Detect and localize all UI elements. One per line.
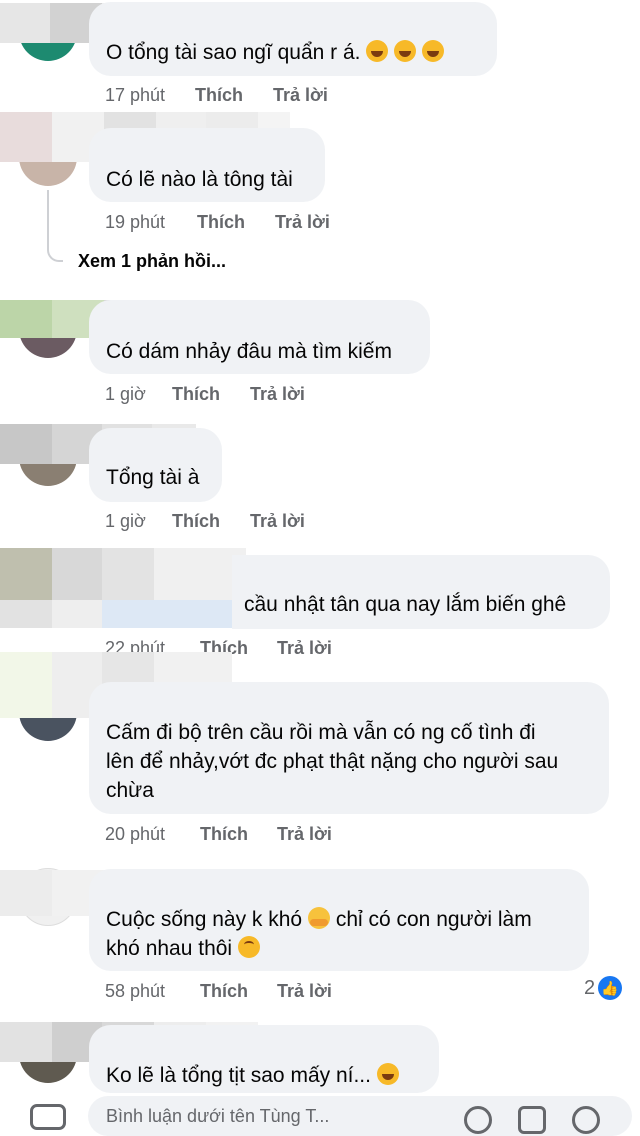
camera-icon[interactable] xyxy=(30,1104,66,1130)
like-button[interactable]: Thích xyxy=(200,979,248,1003)
comment-actions: 1 giờ Thích Trả lời xyxy=(105,382,405,406)
reaction-summary[interactable]: 2 👍 xyxy=(584,976,623,1000)
laugh-emoji-icon xyxy=(422,40,445,62)
like-button[interactable]: Thích xyxy=(195,83,243,107)
reply-button[interactable]: Trả lời xyxy=(275,210,330,234)
comment-bubble: Cấm đi bộ trên cầu rồi mà vẫn có ng cố t… xyxy=(89,682,609,814)
laugh-emoji-icon xyxy=(376,1063,399,1085)
comment-time[interactable]: 19 phút xyxy=(105,210,165,234)
hugging-face-emoji-icon xyxy=(307,907,330,929)
reply-button[interactable]: Trả lời xyxy=(277,636,332,660)
comment-text-line: chừa xyxy=(106,779,154,802)
comment-input-placeholder: Bình luận dưới tên Tùng T... xyxy=(106,1106,330,1126)
comment-bubble: Có dám nhảy đâu mà tìm kiếm xyxy=(89,300,430,374)
comment-actions: 1 giờ Thích Trả lời xyxy=(105,509,405,533)
comment-text: O tổng tài sao ngĩ quẩn r á. xyxy=(106,41,361,64)
reply-button[interactable]: Trả lời xyxy=(250,382,305,406)
like-button[interactable]: Thích xyxy=(200,822,248,846)
gif-icon[interactable] xyxy=(518,1106,546,1134)
comment-bubble: Ko lẽ là tổng tịt sao mấy ní... xyxy=(89,1025,439,1093)
comment-actions: 20 phút Thích Trả lời xyxy=(105,822,405,846)
view-replies-link[interactable]: Xem 1 phản hồi... xyxy=(78,251,226,272)
emoji-icon[interactable] xyxy=(464,1106,492,1134)
comment-time[interactable]: 20 phút xyxy=(105,822,165,846)
comment-time[interactable]: 58 phút xyxy=(105,979,165,1003)
comment-bubble: Có lẽ nào là tông tài xyxy=(89,128,325,202)
upside-down-face-emoji-icon xyxy=(237,936,260,958)
comment-text: cầu nhật tân qua nay lắm biến ghê xyxy=(244,593,567,616)
comment-text: Có dám nhảy đâu mà tìm kiếm xyxy=(106,340,392,363)
comment-bubble: Tổng tài à xyxy=(89,428,222,502)
comment-time[interactable]: 1 giờ xyxy=(105,382,146,406)
comment-text: Ko lẽ là tổng tịt sao mấy ní... xyxy=(106,1064,371,1087)
comment-text-line: lên để nhảy,vớt đc phạt thật nặng cho ng… xyxy=(106,750,559,773)
reply-button[interactable]: Trả lời xyxy=(250,509,305,533)
comment-actions: 58 phút Thích Trả lời xyxy=(105,979,405,1003)
reply-button[interactable]: Trả lời xyxy=(277,979,332,1003)
laugh-emoji-icon xyxy=(366,40,389,62)
comment-actions: 19 phút Thích Trả lời xyxy=(105,210,405,234)
like-button[interactable]: Thích xyxy=(172,382,220,406)
comment-text-line: Cấm đi bộ trên cầu rồi mà vẫn có ng cố t… xyxy=(106,721,536,744)
like-thumb-icon: 👍 xyxy=(598,976,623,1000)
comment-text: Có lẽ nào là tông tài xyxy=(106,168,293,191)
comment-text: Tổng tài à xyxy=(106,466,200,489)
comment-composer: Bình luận dưới tên Tùng T... xyxy=(0,1096,640,1136)
reply-button[interactable]: Trả lời xyxy=(277,822,332,846)
like-button[interactable]: Thích xyxy=(197,210,245,234)
comment-bubble: O tổng tài sao ngĩ quẩn r á. xyxy=(89,2,497,76)
comment-input[interactable]: Bình luận dưới tên Tùng T... xyxy=(88,1096,632,1136)
comment-time[interactable]: 17 phút xyxy=(105,83,165,107)
reply-button[interactable]: Trả lời xyxy=(273,83,328,107)
sticker-icon[interactable] xyxy=(572,1106,600,1134)
like-button[interactable]: Thích xyxy=(172,509,220,533)
reaction-count: 2 xyxy=(584,976,596,999)
comment-bubble: cầu nhật tân qua nay lắm biến ghê xyxy=(232,555,610,629)
comment-text: Cuộc sống này k khó xyxy=(106,908,303,931)
comment-time[interactable]: 1 giờ xyxy=(105,509,146,533)
comment-actions: 17 phút Thích Trả lời xyxy=(105,83,405,107)
reply-thread-line xyxy=(47,190,63,262)
redacted-avatar-name xyxy=(0,548,246,628)
comment-bubble: Cuộc sống này k khó chỉ có con người làm… xyxy=(89,869,589,971)
laugh-emoji-icon xyxy=(394,40,417,62)
comment-text: chỉ có con người làm xyxy=(335,908,532,931)
comment-text: khó nhau thôi xyxy=(106,937,233,960)
